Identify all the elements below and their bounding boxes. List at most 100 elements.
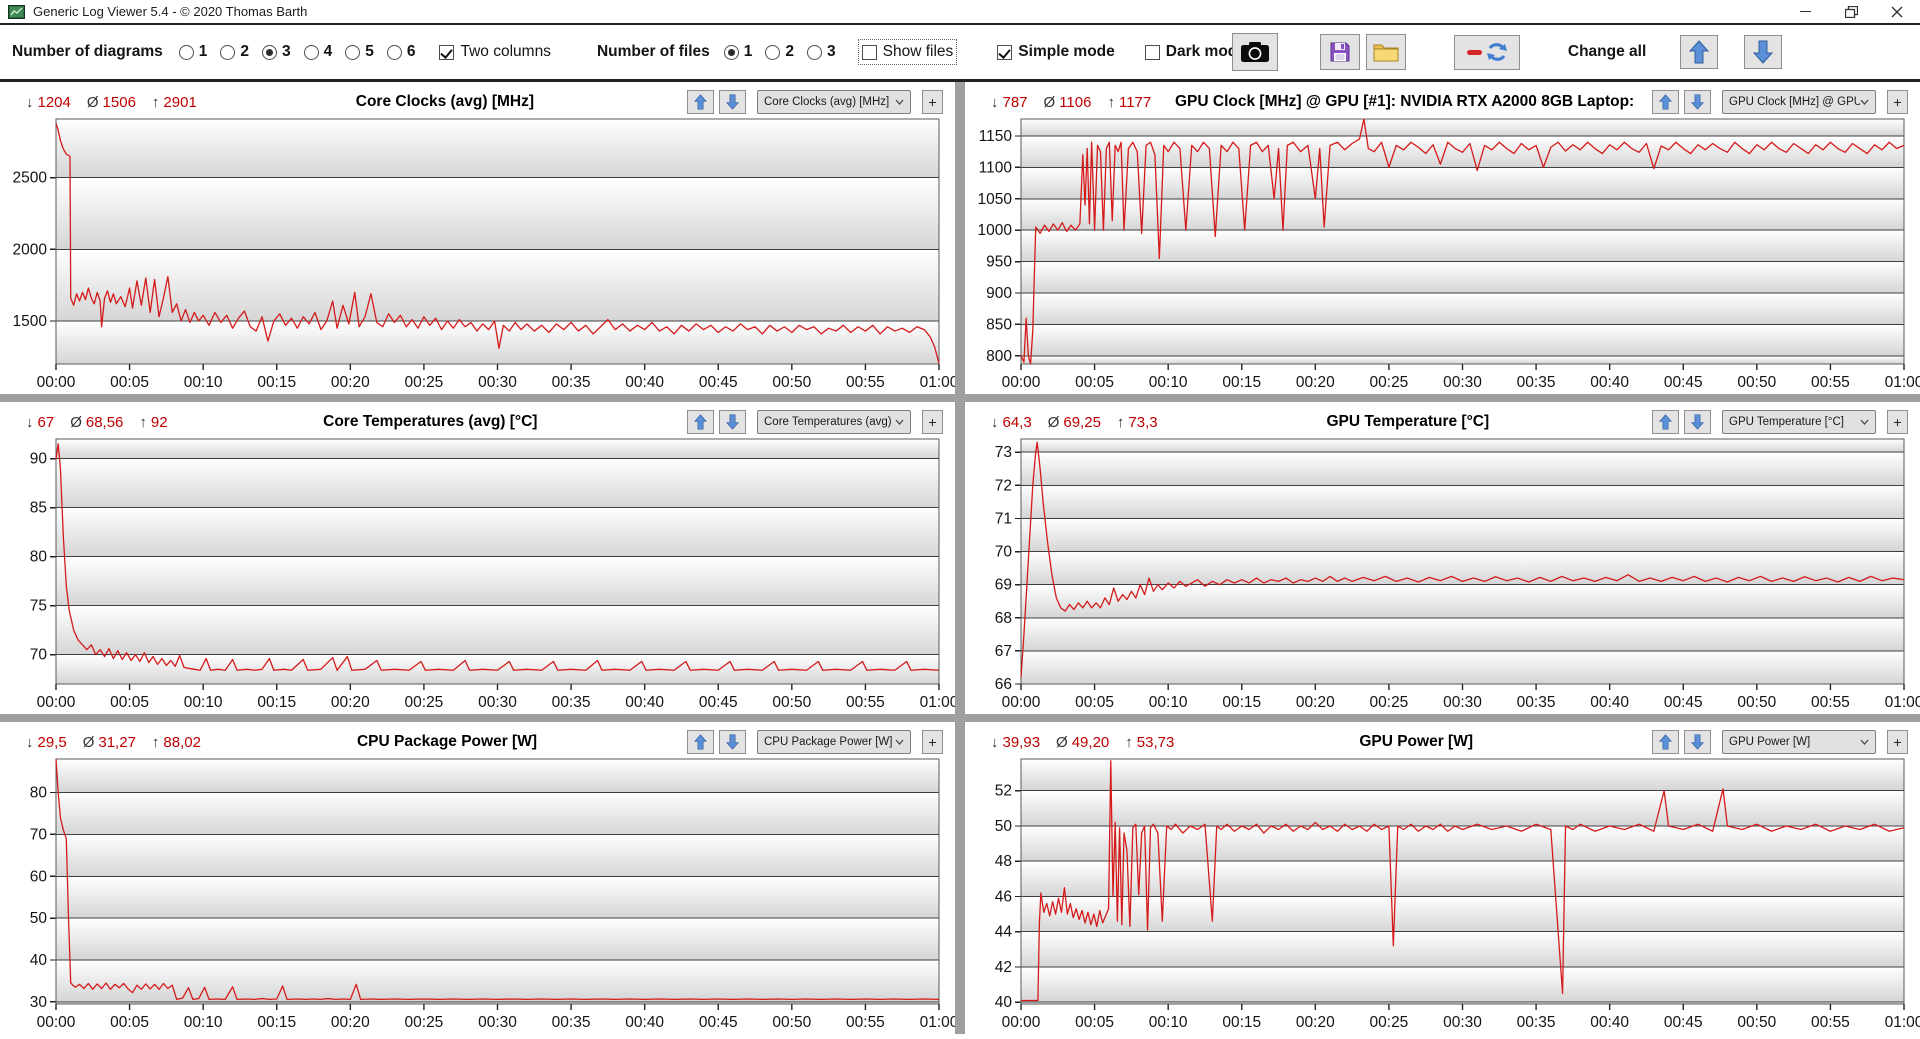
- move-down-button[interactable]: [1684, 410, 1711, 434]
- svg-text:00:40: 00:40: [625, 374, 664, 391]
- move-up-button[interactable]: [687, 730, 714, 754]
- svg-text:00:30: 00:30: [1443, 374, 1482, 391]
- close-button[interactable]: [1874, 0, 1920, 23]
- add-signal-button[interactable]: +: [922, 730, 943, 754]
- svg-text:00:35: 00:35: [552, 694, 591, 711]
- svg-text:00:50: 00:50: [1737, 374, 1776, 391]
- panel-cpu-power: ↓ 29,5 Ø 31,27 ↑ 88,02 CPU Package Power [W…: [0, 722, 955, 1034]
- radio-icon[interactable]: [345, 44, 361, 60]
- radio-icon[interactable]: [807, 44, 823, 60]
- signal-select[interactable]: CPU Package Power [W]: [757, 730, 911, 754]
- signal-select[interactable]: GPU Clock [MHz] @ GPU: [1722, 90, 1876, 114]
- add-signal-button[interactable]: +: [1887, 90, 1908, 114]
- svg-text:00:10: 00:10: [184, 374, 223, 391]
- diagram-count-6[interactable]: 6: [386, 43, 415, 61]
- svg-text:68: 68: [995, 610, 1012, 627]
- chart-title: Core Clocks (avg) [MHz]: [355, 93, 535, 110]
- add-signal-button[interactable]: +: [1887, 730, 1908, 754]
- move-down-button[interactable]: [719, 410, 746, 434]
- two-columns-checkbox[interactable]: Two columns: [439, 43, 551, 61]
- avg-symbol-icon: Ø: [82, 733, 95, 751]
- svg-text:00:55: 00:55: [846, 1014, 885, 1031]
- chart-gpu-power: 4042444648505200:00 00:05 00:10 00:15 00:20 0…: [995, 758, 1920, 1031]
- file-count-2[interactable]: 2: [765, 43, 794, 61]
- add-signal-button[interactable]: +: [922, 90, 943, 114]
- chart-gpu-temp: 66 67 68 69 70 71 72 73 00:00 00:05 00:10 00:15 00:2…: [995, 438, 1920, 711]
- move-up-button[interactable]: [687, 90, 714, 114]
- x-axis: 00:00 00:05 00:10 00:15 00:20 00:25 00:30 00:35…: [37, 1004, 955, 1031]
- file-count-1[interactable]: 1: [723, 43, 752, 61]
- signal-select[interactable]: GPU Power [W]: [1722, 730, 1876, 754]
- signal-select[interactable]: Core Clocks (avg) [MHz]: [757, 90, 911, 114]
- move-down-button[interactable]: [719, 730, 746, 754]
- stat-avg: 31,27: [98, 733, 136, 751]
- add-signal-button[interactable]: +: [922, 410, 943, 434]
- svg-text:00:20: 00:20: [331, 374, 370, 391]
- signal-select[interactable]: GPU Temperature [°C]: [1722, 410, 1876, 434]
- svg-text:00:25: 00:25: [1370, 374, 1409, 391]
- radio-icon[interactable]: [220, 44, 236, 60]
- diagram-count-1[interactable]: 1: [178, 43, 207, 61]
- move-up-button[interactable]: [1652, 730, 1679, 754]
- panel-gpu-power: ↓ 39,93 Ø 49,20 ↑ 53,73 GPU Power [W] GPU P…: [965, 722, 1920, 1034]
- restore-icon: [1844, 5, 1858, 18]
- svg-text:00:00: 00:00: [37, 694, 76, 711]
- sync-scale-button[interactable]: [1453, 34, 1520, 70]
- svg-text:00:20: 00:20: [1296, 1014, 1335, 1031]
- svg-text:00:20: 00:20: [331, 1014, 370, 1031]
- chart-stats: ↓ 39,93 Ø 49,20 ↑ 53,73: [991, 734, 1190, 751]
- chevron-down-icon: [895, 419, 904, 425]
- svg-text:00:25: 00:25: [1370, 694, 1409, 711]
- file-count-3[interactable]: 3: [807, 43, 836, 61]
- screenshot-button[interactable]: [1231, 33, 1278, 71]
- add-signal-button[interactable]: +: [1887, 410, 1908, 434]
- diagram-count-2[interactable]: 2: [220, 43, 249, 61]
- radio-icon[interactable]: [303, 44, 319, 60]
- signal-select[interactable]: Core Temperatures (avg): [757, 410, 911, 434]
- stat-max: 2901: [163, 93, 197, 111]
- x-axis: 00:00 00:05 00:10 00:15 00:20 00:25 00:30 00:35…: [37, 364, 955, 391]
- minimize-button[interactable]: [1782, 0, 1828, 23]
- svg-text:01:00: 01:00: [920, 374, 955, 391]
- radio-icon[interactable]: [723, 44, 739, 60]
- chevron-down-icon: [1860, 419, 1869, 425]
- checkbox-icon[interactable]: [997, 44, 1013, 60]
- show-files-checkbox[interactable]: Show files: [857, 39, 958, 65]
- move-up-button[interactable]: [1652, 410, 1679, 434]
- radio-icon[interactable]: [178, 44, 194, 60]
- move-down-button[interactable]: [719, 90, 746, 114]
- diagram-count-radios: 1 2 3 4 5 6: [178, 43, 415, 61]
- stat-avg: 49,20: [1071, 733, 1110, 751]
- chart-core-clocks: 15002000250000:00 00:05 00:10 00:15 00:20 00:…: [13, 118, 955, 391]
- checkbox-icon[interactable]: [439, 44, 455, 60]
- restore-button[interactable]: [1828, 0, 1874, 23]
- diagram-count-5[interactable]: 5: [345, 43, 374, 61]
- svg-text:80: 80: [30, 785, 48, 802]
- svg-text:1150: 1150: [979, 128, 1013, 145]
- change-all-down-button[interactable]: [1744, 35, 1783, 69]
- arrow-down-icon: [1691, 94, 1704, 110]
- simple-mode-checkbox[interactable]: Simple mode: [997, 43, 1115, 61]
- move-up-button[interactable]: [687, 410, 714, 434]
- save-button[interactable]: [1319, 34, 1360, 70]
- radio-icon[interactable]: [386, 44, 402, 60]
- checkbox-icon[interactable]: [861, 44, 877, 60]
- avg-symbol-icon: Ø: [1056, 733, 1068, 751]
- min-arrow-icon: ↓: [26, 93, 34, 111]
- svg-text:950: 950: [986, 254, 1012, 271]
- svg-text:00:45: 00:45: [699, 374, 738, 391]
- radio-icon[interactable]: [765, 44, 781, 60]
- radio-icon[interactable]: [261, 44, 277, 60]
- diagram-count-4[interactable]: 4: [303, 43, 332, 61]
- move-down-button[interactable]: [1684, 90, 1711, 114]
- diagram-count-3[interactable]: 3: [261, 43, 291, 61]
- checkbox-icon[interactable]: [1144, 44, 1160, 60]
- change-all-up-button[interactable]: [1680, 35, 1719, 69]
- move-down-button[interactable]: [1684, 730, 1711, 754]
- stat-max: 1177: [1118, 93, 1152, 111]
- plot-bands: [56, 439, 939, 684]
- open-folder-button[interactable]: [1365, 34, 1406, 70]
- move-up-button[interactable]: [1652, 90, 1679, 114]
- dark-mode-checkbox[interactable]: Dark mode: [1144, 43, 1246, 61]
- avg-symbol-icon: Ø: [70, 413, 82, 431]
